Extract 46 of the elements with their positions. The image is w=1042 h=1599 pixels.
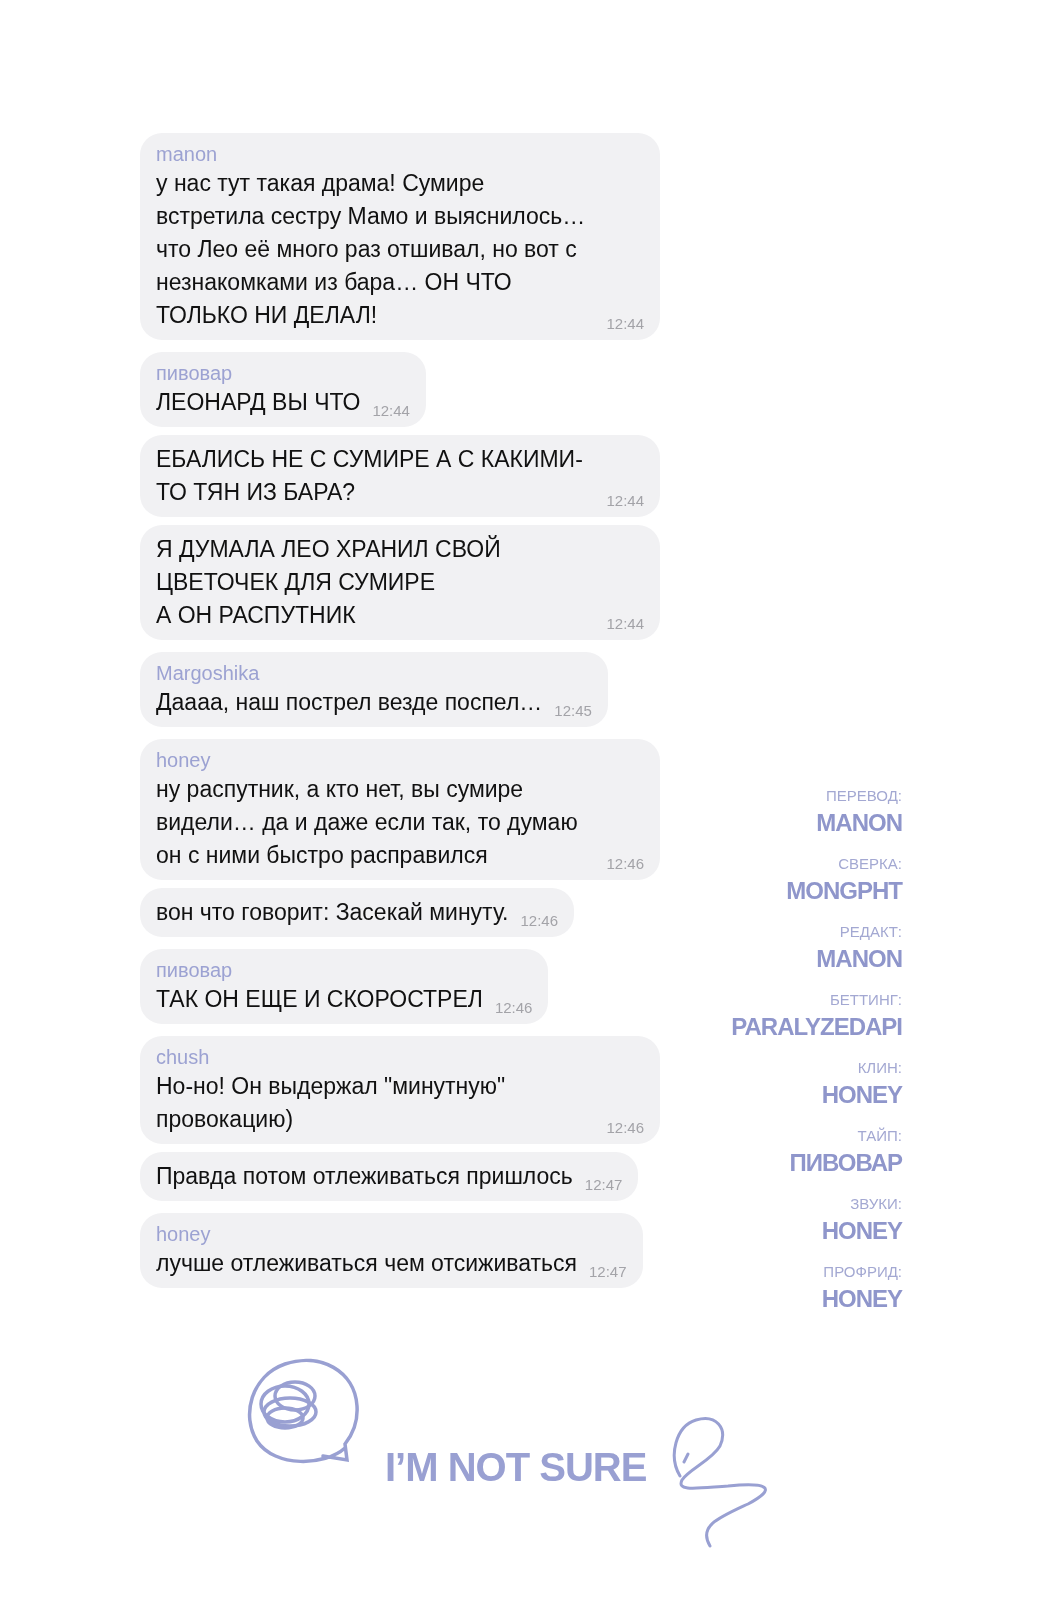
credit-role: БЕТТИНГ: — [829, 990, 902, 1010]
message-text: у нас тут такая драма! Сумире встретила сестру Мамо и выяснилось… что Лео её много раз отшивал, но вот с незнакомками из бара… ОН ЧТО ТОЛЬКО НИ ДЕЛАЛ! — [156, 169, 587, 330]
sender-name: honey — [156, 1222, 212, 1247]
message-time: 12:44 — [372, 401, 410, 421]
credit-name: HONEY — [821, 1080, 902, 1110]
message-time: 12:46 — [520, 911, 559, 931]
message-text: ЕБАЛИСЬ НЕ С СУМИРЕ А С КАКИМИ-ТО ТЯН ИЗ БАРА? — [156, 445, 584, 507]
message-text: ЛЕОНАРД ВЫ ЧТО — [156, 388, 361, 417]
credit-name: MANON — [816, 808, 902, 838]
message-time: 12:44 — [606, 614, 644, 634]
credit-role: ПЕРЕВОД: — [826, 786, 902, 806]
message-time: 12:44 — [606, 314, 644, 334]
credit-name: ПИВОВАР — [789, 1148, 902, 1178]
credit-name: MANON — [816, 944, 902, 974]
message-text: Правда потом отлеживаться пришлось — [156, 1162, 573, 1191]
credit-role: СВЕРКА: — [838, 854, 902, 874]
credit-role: КЛИН: — [857, 1058, 902, 1078]
sender-name: Margoshika — [156, 661, 261, 686]
message-time: 12:46 — [606, 854, 644, 874]
credit-role: ПРОФРИД: — [823, 1262, 902, 1282]
credit-name: HONEY — [821, 1216, 902, 1246]
message-text: ТАК ОН ЕЩЕ И СКОРОСТРЕЛ — [156, 985, 483, 1014]
credit-name: HONEY — [821, 1284, 902, 1314]
credit-role: ЗВУКИ: — [850, 1194, 902, 1214]
message-time: 12:47 — [584, 1175, 623, 1195]
message-text: Я ДУМАЛА ЛЕО ХРАНИЛ СВОЙ ЦВЕТОЧЕК ДЛЯ СУМИРЕ А ОН РАСПУТНИК — [156, 534, 502, 630]
sender-name: пивовар — [156, 958, 234, 983]
sender-name: honey — [156, 748, 212, 773]
credit-name: PARALYZEDAPI — [731, 1012, 902, 1042]
credit-role: ТАЙП: — [857, 1126, 902, 1146]
message-time: 12:46 — [606, 1118, 644, 1138]
message-text: ну распутник, а кто нет, вы сумире видели… да и даже если так, то думаю он с ними быстро расправился — [156, 775, 579, 870]
sender-name: manon — [156, 142, 219, 167]
sender-name: пивовар — [156, 361, 234, 386]
sender-name: chush — [156, 1045, 211, 1070]
message-text: Даааа, наш пострел везде поспел… — [156, 688, 543, 717]
credit-role: РЕДАКТ: — [839, 922, 902, 942]
logo-text: I’M NOT SURE — [385, 1444, 647, 1490]
message-time: 12:47 — [589, 1262, 627, 1282]
message-text: Но-но! Он выдержал "минутную" провокацию) — [156, 1072, 507, 1134]
message-text: вон что говорит: Засекай минуту. — [156, 898, 509, 927]
credit-name: MONGPHT — [786, 876, 902, 906]
message-text: лучше отлеживаться чем отсиживаться — [156, 1249, 577, 1278]
message-time: 12:46 — [494, 998, 533, 1018]
message-time: 12:45 — [554, 701, 592, 721]
message-time: 12:44 — [606, 491, 644, 511]
